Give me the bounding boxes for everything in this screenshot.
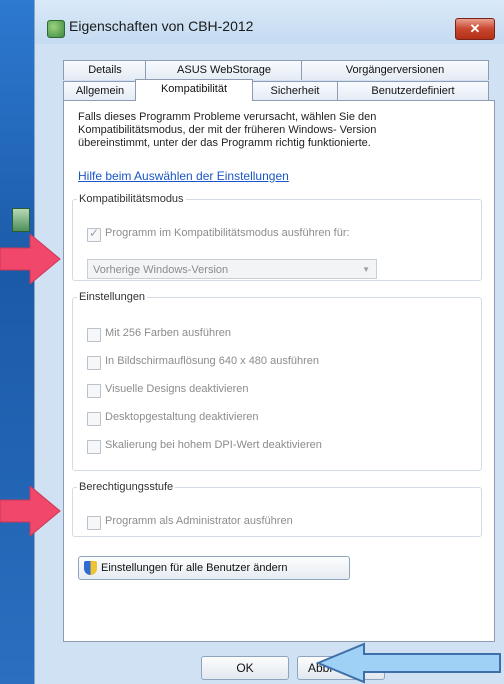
setting-640x480-checkbox[interactable] bbox=[87, 356, 101, 370]
compat-version-select[interactable]: Vorherige Windows-Version ▼ bbox=[87, 259, 377, 279]
program-icon bbox=[47, 20, 65, 38]
setting-visual-designs-label: Visuelle Designs deaktivieren bbox=[105, 383, 249, 395]
intro-text: Falls dieses Programm Probleme verursach… bbox=[78, 111, 377, 149]
compat-mode-group: Kompatibilitätsmodus Programm im Kompati… bbox=[72, 193, 482, 281]
close-button[interactable]: ✕ bbox=[455, 18, 495, 40]
uac-shield-icon bbox=[84, 561, 97, 575]
tab-asus-webstorage[interactable]: ASUS WebStorage bbox=[145, 60, 303, 80]
properties-dialog: Eigenschaften von CBH-2012 ✕ Details ASU… bbox=[34, 0, 504, 684]
tab-allgemein[interactable]: Allgemein bbox=[63, 81, 137, 101]
settings-legend: Einstellungen bbox=[79, 291, 146, 303]
desktop-shortcut-icon[interactable] bbox=[12, 208, 30, 232]
red-arrow-compat-icon bbox=[0, 234, 61, 284]
setting-256-colors-label: Mit 256 Farben ausführen bbox=[105, 327, 231, 339]
tab-sicherheit[interactable]: Sicherheit bbox=[251, 81, 339, 101]
tab-vorgaengerversionen[interactable]: Vorgängerversionen bbox=[301, 60, 489, 80]
run-as-admin-label: Programm als Administrator ausführen bbox=[105, 515, 293, 527]
compat-mode-legend: Kompatibilitätsmodus bbox=[79, 193, 184, 205]
compat-mode-checkbox-label: Programm im Kompatibilitätsmodus ausführ… bbox=[105, 227, 350, 239]
setting-dpi-scaling-label: Skalierung bei hohem DPI-Wert deaktivier… bbox=[105, 439, 322, 451]
window-title: Eigenschaften von CBH-2012 bbox=[69, 18, 254, 34]
setting-256-colors-checkbox[interactable] bbox=[87, 328, 101, 342]
settings-group: Einstellungen Mit 256 Farben ausführen I… bbox=[72, 291, 482, 471]
tab-details[interactable]: Details bbox=[63, 60, 147, 80]
change-settings-all-users-label: Einstellungen für alle Benutzer ändern bbox=[101, 562, 288, 574]
change-settings-all-users-button[interactable]: Einstellungen für alle Benutzer ändern bbox=[78, 556, 350, 580]
run-as-admin-checkbox[interactable] bbox=[87, 516, 101, 530]
desktop-background bbox=[0, 0, 34, 684]
compatibility-panel: Falls dieses Programm Probleme verursach… bbox=[63, 100, 495, 642]
compat-mode-checkbox[interactable] bbox=[87, 226, 101, 242]
setting-640x480-label: In Bildschirmauflösung 640 x 480 ausführ… bbox=[105, 355, 320, 367]
setting-dpi-scaling-checkbox[interactable] bbox=[87, 440, 101, 454]
tab-benutzerdefiniert[interactable]: Benutzerdefiniert bbox=[337, 81, 489, 101]
chevron-down-icon: ▼ bbox=[362, 265, 370, 274]
setting-desktop-composition-label: Desktopgestaltung deaktivieren bbox=[105, 411, 259, 423]
tab-kompatibilitaet[interactable]: Kompatibilität bbox=[135, 79, 253, 101]
blue-arrow-cancel-icon bbox=[316, 642, 501, 684]
ok-button[interactable]: OK bbox=[201, 656, 289, 680]
setting-visual-designs-checkbox[interactable] bbox=[87, 384, 101, 398]
red-arrow-admin-icon bbox=[0, 486, 61, 536]
title-bar[interactable]: Eigenschaften von CBH-2012 ✕ bbox=[35, 0, 504, 44]
setting-desktop-composition-checkbox[interactable] bbox=[87, 412, 101, 426]
privilege-group: Berechtigungsstufe Programm als Administ… bbox=[72, 481, 482, 537]
help-link[interactable]: Hilfe beim Auswählen der Einstellungen bbox=[78, 169, 289, 183]
compat-version-value: Vorherige Windows-Version bbox=[93, 264, 229, 276]
privilege-legend: Berechtigungsstufe bbox=[79, 481, 174, 493]
